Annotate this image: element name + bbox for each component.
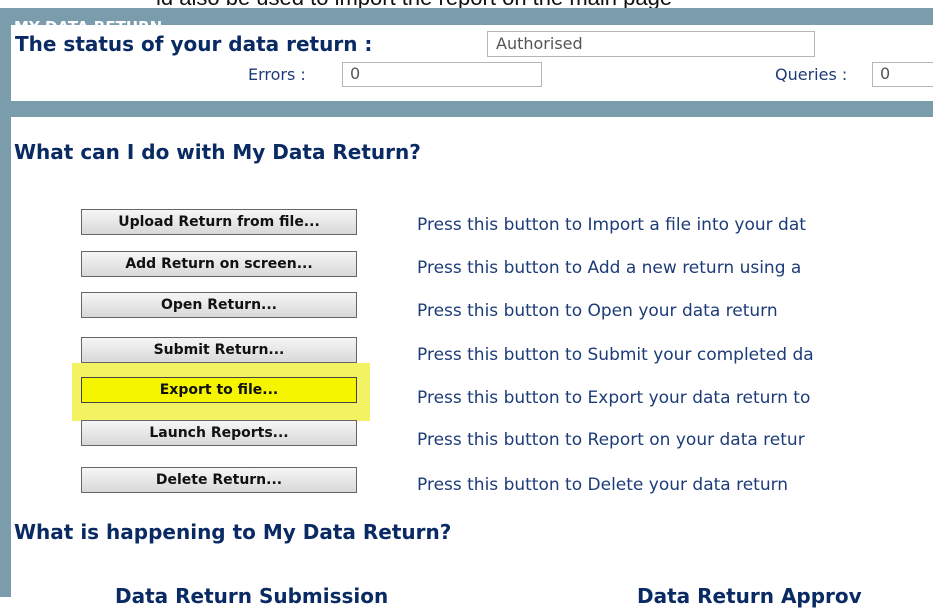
queries-field[interactable]: 0 [872,62,933,87]
launch-reports-button[interactable]: Launch Reports... [81,420,357,446]
upload-return-button[interactable]: Upload Return from file... [81,209,357,235]
export-to-file-button[interactable]: Export to file... [81,377,357,403]
delete-return-description: Press this button to Delete your data re… [417,475,789,495]
export-to-file-description: Press this button to Export your data re… [417,388,811,408]
frame-left-border [0,8,11,597]
delete-return-button[interactable]: Delete Return... [81,467,357,493]
submit-return-button[interactable]: Submit Return... [81,337,357,363]
add-return-description: Press this button to Add a new return us… [417,258,802,278]
status-field[interactable]: Authorised [487,31,815,57]
section-heading-progress: What is happening to My Data Return? [14,520,452,544]
queries-label: Queries : [775,65,848,84]
open-return-button[interactable]: Open Return... [81,292,357,318]
submission-title: Data Return Submission [115,584,389,608]
panel-tag: MY DATA RETURN [14,18,163,36]
errors-field[interactable]: 0 [342,62,542,87]
approval-title: Data Return Approv [637,584,862,608]
data-return-frame: MY DATA RETURN The status of your data r… [0,8,933,608]
open-return-description: Press this button to Open your data retu… [417,301,778,321]
section-heading-actions: What can I do with My Data Return? [14,140,421,164]
errors-label: Errors : [248,65,306,84]
upload-return-description: Press this button to Import a file into … [417,215,806,235]
add-return-button[interactable]: Add Return on screen... [81,251,357,277]
launch-reports-description: Press this button to Report on your data… [417,430,805,450]
submit-return-description: Press this button to Submit your complet… [417,345,814,365]
